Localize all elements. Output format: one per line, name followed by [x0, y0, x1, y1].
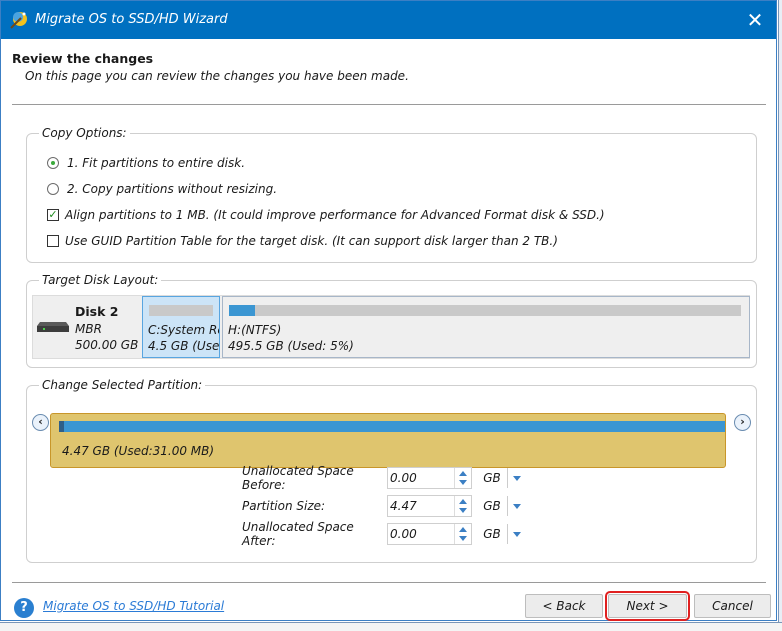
field-label: Unallocated Space After: [242, 520, 354, 548]
partition-label: C:System Re: [148, 323, 219, 337]
option-label: Align partitions to 1 MB. (It could impr… [65, 208, 605, 222]
checkbox-align-1mb[interactable]: ✓ [47, 209, 59, 221]
partition-resize-bar[interactable] [59, 421, 725, 432]
partition-size-spinbox[interactable] [387, 495, 472, 517]
partition-usage-bar [229, 305, 741, 316]
unit-separator [507, 524, 508, 544]
disk-size: 500.00 GB [75, 338, 139, 352]
partition-c-system[interactable]: C:System Re: 4.5 GB (Usec [142, 296, 220, 358]
unit-dropdown-icon[interactable] [513, 503, 521, 509]
increment-arrow-icon[interactable] [459, 499, 467, 504]
copy-options-legend: Copy Options: [39, 126, 130, 140]
option-label: 1. Fit partitions to entire disk. [67, 156, 246, 170]
page-subtitle: On this page you can review the changes … [25, 69, 409, 83]
unit-dropdown-icon[interactable] [513, 531, 521, 537]
selected-partition-bar[interactable]: 4.47 GB (Used:31.00 MB) [50, 413, 726, 468]
increment-arrow-icon[interactable] [459, 471, 467, 476]
page-title: Review the changes [12, 51, 154, 66]
unit-label: GB [483, 471, 501, 485]
unit-label: GB [483, 527, 501, 541]
unallocated-after-input[interactable] [390, 525, 452, 543]
disk-type: MBR [75, 322, 102, 336]
radio-fit-partitions[interactable] [47, 157, 59, 169]
window-title: Migrate OS to SSD/HD Wizard [35, 12, 228, 27]
hard-disk-icon [37, 322, 69, 332]
target-disk-legend: Target Disk Layout: [39, 273, 162, 287]
back-button[interactable]: < Back [525, 594, 603, 618]
unallocated-after-spinbox[interactable] [387, 523, 472, 545]
partition-used-indicator [59, 421, 64, 432]
wizard-dialog: Migrate OS to SSD/HD Wizard ✕ Review the… [0, 0, 777, 621]
field-unallocated-after: Unallocated Space After: GB [242, 520, 521, 548]
decrement-arrow-icon[interactable] [459, 536, 467, 541]
selected-partition-label: 4.47 GB (Used:31.00 MB) [62, 444, 215, 458]
target-disk-group: Target Disk Layout: Disk 2 MBR 500.00 GB… [26, 273, 757, 368]
tutorial-link[interactable]: Migrate OS to SSD/HD Tutorial [43, 599, 224, 613]
background-window-edge [778, 0, 782, 630]
option-copy-without-resizing[interactable]: 2. Copy partitions without resizing. [47, 182, 277, 196]
change-partition-group: Change Selected Partition: ‹ 4.47 GB (Us… [26, 378, 757, 563]
help-icon[interactable]: ? [14, 598, 34, 618]
decrement-arrow-icon[interactable] [459, 480, 467, 485]
change-partition-legend: Change Selected Partition: [39, 378, 206, 392]
option-label: 2. Copy partitions without resizing. [67, 182, 278, 196]
disk-name: Disk 2 [75, 304, 119, 319]
cancel-button[interactable]: Cancel [694, 594, 771, 618]
partition-h-ntfs[interactable]: H:(NTFS) 495.5 GB (Used: 5%) [222, 296, 750, 358]
unallocated-before-input[interactable] [390, 469, 452, 487]
wizard-wand-icon [10, 12, 27, 29]
field-partition-size: Partition Size: GB [242, 495, 521, 517]
partition-usage-fill [229, 305, 255, 316]
unit-label: GB [483, 499, 501, 513]
partition-label: H:(NTFS) [228, 323, 282, 337]
disk-map: Disk 2 MBR 500.00 GB C:System Re: 4.5 GB… [32, 295, 750, 359]
unit-separator [507, 468, 508, 488]
close-icon[interactable]: ✕ [742, 7, 768, 33]
option-fit-partitions[interactable]: 1. Fit partitions to entire disk. [47, 156, 245, 170]
next-button[interactable]: Next > [605, 591, 690, 621]
partition-size: 495.5 GB (Used: 5%) [228, 339, 354, 353]
previous-partition-button[interactable]: ‹ [32, 414, 49, 431]
radio-copy-without-resizing[interactable] [47, 183, 59, 195]
checkbox-use-gpt[interactable] [47, 235, 59, 247]
increment-arrow-icon[interactable] [459, 527, 467, 532]
unallocated-before-spinbox[interactable] [387, 467, 472, 489]
option-label: Use GUID Partition Table for the target … [65, 234, 558, 248]
header-divider [12, 104, 766, 105]
field-label: Partition Size: [242, 499, 326, 513]
partition-usage-bar [149, 305, 213, 316]
field-label: Unallocated Space Before: [242, 464, 354, 492]
unit-separator [507, 496, 508, 516]
decrement-arrow-icon[interactable] [459, 508, 467, 513]
copy-options-group: Copy Options: 1. Fit partitions to entir… [26, 126, 757, 263]
field-unallocated-before: Unallocated Space Before: GB [242, 464, 521, 492]
option-use-gpt[interactable]: Use GUID Partition Table for the target … [47, 234, 558, 248]
option-align-1mb[interactable]: ✓ Align partitions to 1 MB. (It could im… [47, 208, 605, 222]
title-bar: Migrate OS to SSD/HD Wizard ✕ [1, 1, 776, 39]
partition-size-input[interactable] [390, 497, 452, 515]
next-partition-button[interactable]: › [734, 414, 751, 431]
unit-dropdown-icon[interactable] [513, 475, 521, 481]
partition-size: 4.5 GB (Usec [148, 339, 220, 353]
footer-divider [12, 582, 766, 583]
